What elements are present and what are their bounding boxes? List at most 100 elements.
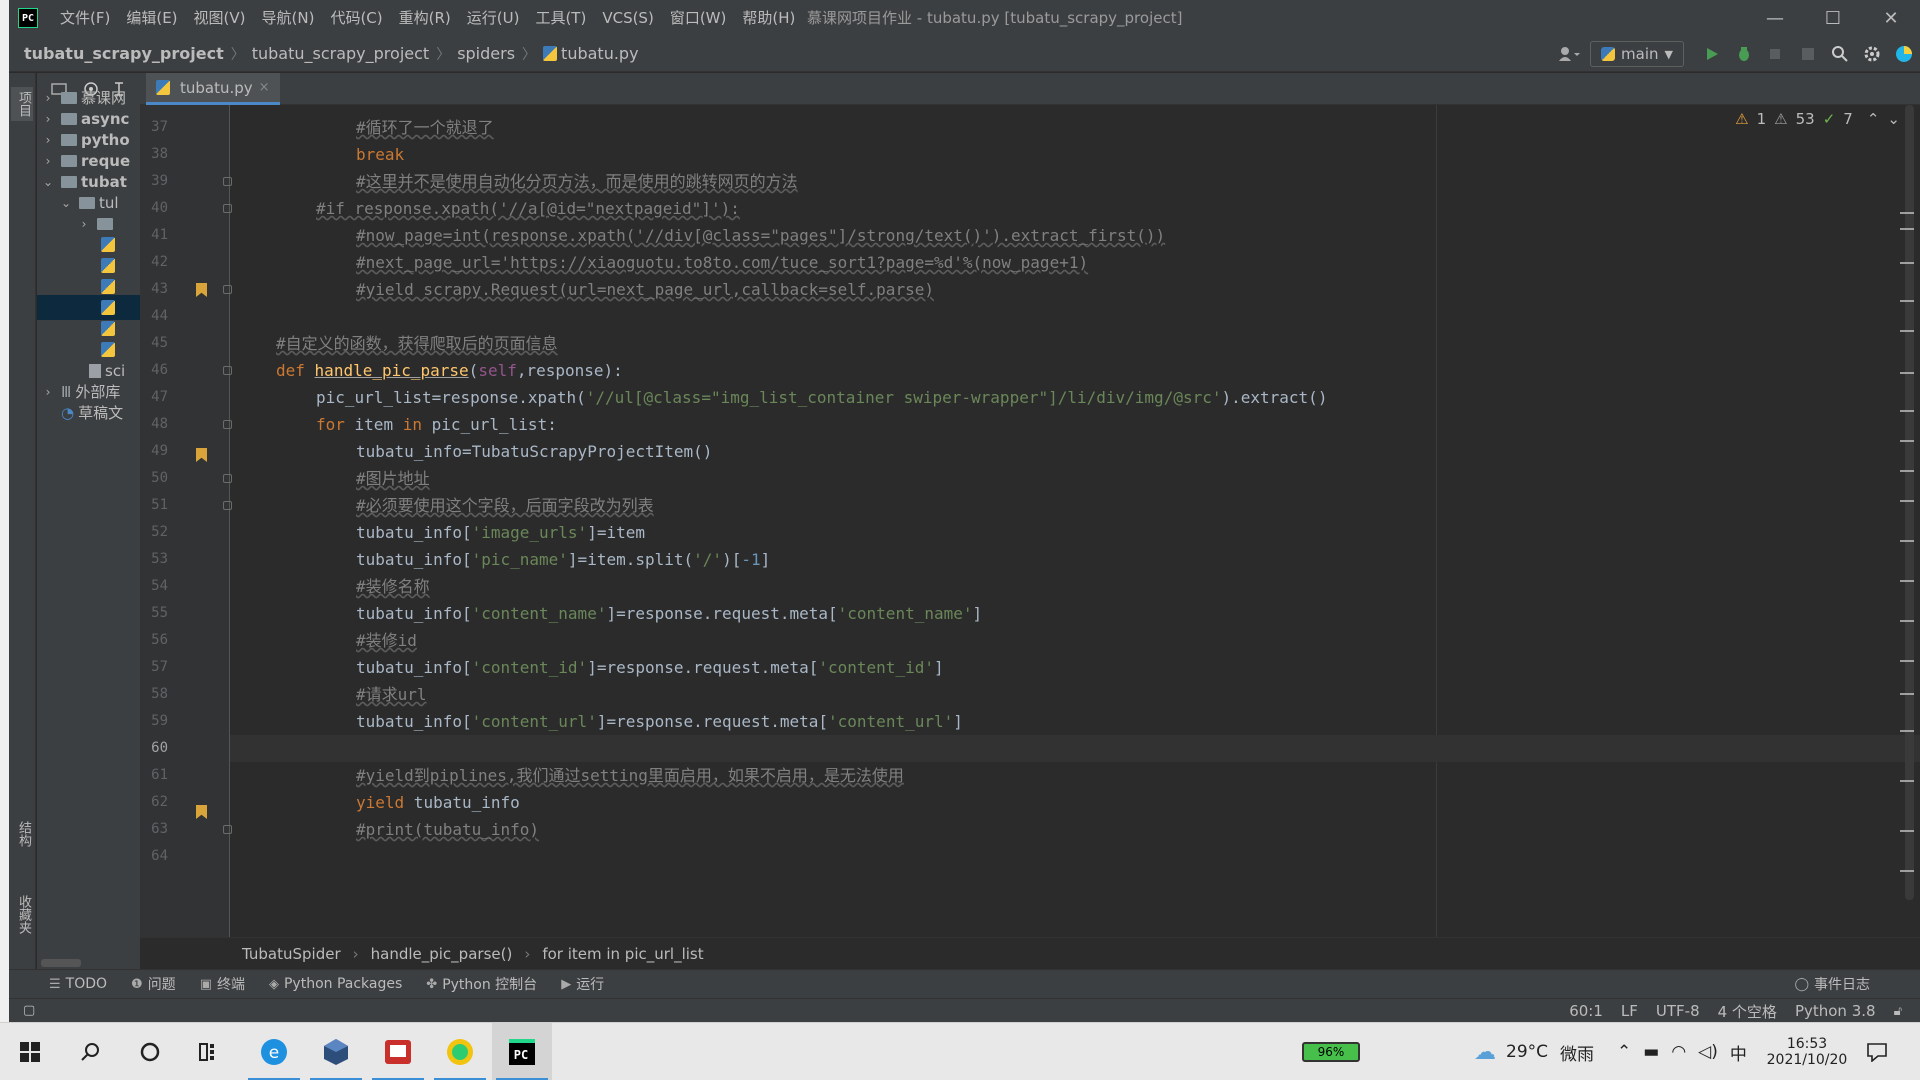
debug-icon[interactable] (1731, 41, 1757, 67)
line-separator[interactable]: LF (1621, 1002, 1638, 1020)
error-stripe-marker[interactable] (1900, 660, 1914, 662)
chevron-up-icon[interactable]: ⌃ (1617, 1042, 1631, 1062)
file-encoding[interactable]: UTF-8 (1656, 1002, 1700, 1020)
tree-item-scratches[interactable]: ◔ 草稿文 (37, 400, 140, 425)
terminal-tool-button[interactable]: ▣ 终端 (200, 974, 245, 994)
breadcrumb-spiders[interactable]: spiders (457, 44, 515, 63)
error-stripe-marker[interactable] (1900, 410, 1914, 412)
event-log-button[interactable]: ◯ 事件日志 (1794, 974, 1870, 994)
python-interpreter[interactable]: Python 3.8 (1795, 1002, 1876, 1020)
todo-tool-button[interactable]: ☰ TODO (49, 976, 107, 992)
horizontal-scrollbar[interactable] (41, 959, 81, 967)
error-stripe-marker[interactable] (1900, 212, 1914, 214)
inspection-widget[interactable]: ⚠ 1 ⚠ 53 ✓ 7 ⌃ ⌄ (1735, 110, 1900, 128)
error-stripe-marker[interactable] (1900, 330, 1914, 332)
close-tab-icon[interactable]: × (259, 80, 270, 95)
stop-icon[interactable] (1795, 41, 1821, 67)
menu-run[interactable]: 运行(U) (459, 0, 528, 36)
error-stripe-marker[interactable] (1900, 500, 1914, 502)
breadcrumb-package[interactable]: tubatu_scrapy_project (252, 44, 429, 63)
python-file-icon (156, 80, 170, 95)
error-stripe-marker[interactable] (1900, 470, 1914, 472)
favorites-tool-tab[interactable]: 收藏夹 (11, 895, 33, 934)
error-stripe-marker[interactable] (1900, 730, 1914, 732)
ime-indicator[interactable]: 中 (1730, 1040, 1747, 1065)
folder-icon (79, 196, 95, 209)
line-number: 51 (151, 497, 168, 513)
error-stripe-marker[interactable] (1900, 372, 1914, 374)
python-console-tool-button[interactable]: ✤ Python 控制台 (426, 974, 537, 994)
crumb-function[interactable]: handle_pic_parse() (371, 945, 513, 963)
task-view-icon[interactable] (180, 1023, 240, 1080)
error-stripe-marker[interactable] (1900, 620, 1914, 622)
pycharm-taskbar-icon[interactable]: PC (492, 1023, 552, 1080)
svg-text:e: e (269, 1043, 279, 1063)
error-stripe-marker[interactable] (1900, 780, 1914, 782)
gear-icon[interactable] (1859, 41, 1885, 67)
error-stripe-marker[interactable] (1900, 440, 1914, 442)
weather-widget[interactable]: ☁ 29°C 微雨 (1474, 1023, 1594, 1080)
indent-setting[interactable]: 4 个空格 (1718, 1001, 1777, 1022)
jetbrains-toolbox-icon[interactable] (1891, 41, 1917, 67)
problems-tool-button[interactable]: ❶ 问题 (131, 974, 176, 994)
error-stripe-marker[interactable] (1900, 693, 1914, 695)
run-icon[interactable] (1699, 41, 1725, 67)
clock[interactable]: 16:53 2021/10/20 (1762, 1023, 1852, 1080)
line-number: 48 (151, 416, 168, 432)
menu-file[interactable]: 文件(F) (52, 0, 118, 36)
menu-edit[interactable]: 编辑(E) (118, 0, 185, 36)
project-tool-tab[interactable]: 项目 (11, 87, 33, 121)
menu-view[interactable]: 视图(V) (186, 0, 254, 36)
error-stripe-marker[interactable] (1900, 540, 1914, 542)
chevron-down-icon[interactable]: ⌄ (1887, 110, 1900, 128)
chevron-up-icon[interactable]: ⌃ (1867, 110, 1880, 128)
3d-app-icon[interactable] (306, 1023, 366, 1080)
menu-window[interactable]: 窗口(W) (662, 0, 735, 36)
wifi-icon[interactable]: ◠ (1671, 1042, 1686, 1062)
breadcrumb-file[interactable]: tubatu.py (561, 44, 639, 63)
volume-icon[interactable]: ◁) (1698, 1042, 1718, 1062)
run-tool-button[interactable]: ▶ 运行 (561, 974, 604, 994)
run-config-selector[interactable]: main ▼ (1590, 41, 1684, 67)
python-icon (1601, 47, 1616, 61)
editor-tab-bar: tubatu.py × (140, 73, 1920, 105)
cursor-position[interactable]: 60:1 (1569, 1002, 1603, 1020)
green-app-icon[interactable] (430, 1023, 490, 1080)
wps-app-icon[interactable] (368, 1023, 428, 1080)
minimize-button[interactable]: — (1746, 0, 1804, 36)
menu-vcs[interactable]: VCS(S) (594, 0, 661, 36)
toggle-tool-windows-icon[interactable]: ▢ (23, 1003, 35, 1018)
close-button[interactable]: ✕ (1862, 0, 1920, 36)
user-icon[interactable] (1553, 41, 1587, 67)
error-stripe-marker[interactable] (1900, 870, 1914, 872)
menu-code[interactable]: 代码(C) (322, 0, 390, 36)
breadcrumb-project[interactable]: tubatu_scrapy_project (24, 44, 224, 63)
search-icon[interactable] (1827, 41, 1853, 67)
error-stripe-marker[interactable] (1900, 228, 1914, 230)
structure-tool-tab[interactable]: 结构 (11, 821, 33, 847)
editor-tab-tubatu[interactable]: tubatu.py × (146, 73, 280, 105)
error-stripe-marker[interactable] (1900, 580, 1914, 582)
edge-browser-icon[interactable]: e (244, 1023, 304, 1080)
coverage-icon[interactable] (1763, 41, 1789, 67)
start-button[interactable] (0, 1023, 60, 1080)
error-stripe-marker[interactable] (1900, 262, 1914, 264)
menu-navigate[interactable]: 导航(N) (254, 0, 323, 36)
pycharm-logo-icon[interactable]: PC (18, 8, 38, 28)
error-stripe-marker[interactable] (1900, 830, 1914, 832)
menu-help[interactable]: 帮助(H) (734, 0, 803, 36)
search-icon[interactable] (60, 1023, 120, 1080)
cortana-icon[interactable] (120, 1023, 180, 1080)
menu-refactor[interactable]: 重构(R) (391, 0, 459, 36)
menu-tools[interactable]: 工具(T) (527, 0, 594, 36)
error-stripe-marker[interactable] (1900, 300, 1914, 302)
notification-center-icon[interactable] (1866, 1023, 1888, 1080)
maximize-button[interactable]: ☐ (1804, 0, 1862, 36)
battery-icon[interactable]: ▬ (1643, 1042, 1659, 1062)
lock-icon[interactable]: 🔓︎ (1894, 1004, 1902, 1019)
crumb-class[interactable]: TubatuSpider (242, 945, 341, 963)
code-line-52: tubatu_info['image_urls']=item (356, 523, 645, 542)
crumb-loop[interactable]: for item in pic_url_list (542, 945, 703, 963)
python-packages-tool-button[interactable]: ◈ Python Packages (269, 976, 402, 992)
battery-indicator[interactable]: 96% (1302, 1023, 1360, 1080)
